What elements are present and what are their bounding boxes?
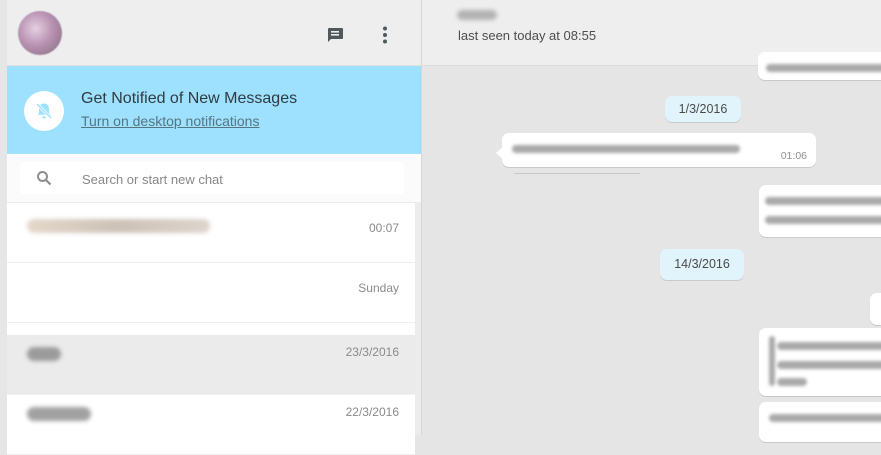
- bell-off-icon: [24, 91, 64, 131]
- message-bubble-incoming[interactable]: 01:06: [496, 133, 816, 167]
- new-chat-icon[interactable]: [324, 24, 346, 46]
- message-text-redacted: [765, 216, 881, 224]
- chat-time: 00:07: [368, 221, 399, 235]
- search-icon: [37, 171, 52, 186]
- message-bubble-outgoing[interactable]: [759, 402, 881, 442]
- notification-title: Get Notified of New Messages: [81, 90, 298, 107]
- message-text-redacted: [777, 342, 881, 350]
- search-box[interactable]: [20, 162, 404, 194]
- message-time: 01:06: [780, 150, 807, 162]
- enable-notifications-link[interactable]: Turn on desktop notifications: [81, 113, 259, 129]
- message-text-redacted: [769, 336, 775, 386]
- sidebar-header: [7, 0, 421, 66]
- message-bubble-outgoing[interactable]: [870, 293, 881, 325]
- search-input[interactable]: [80, 168, 394, 190]
- notification-banner[interactable]: Get Notified of New Messages Turn on des…: [7, 66, 421, 154]
- chat-time: 23/3/2016: [345, 345, 399, 359]
- message-text-redacted: [765, 197, 881, 205]
- last-seen-status: last seen today at 08:55: [458, 28, 597, 43]
- chat-sidebar: Get Notified of New Messages Turn on des…: [0, 0, 421, 455]
- sidebar-edge: [0, 0, 7, 435]
- chat-name-redacted: [27, 407, 91, 421]
- chat-list-item[interactable]: 00:07: [7, 203, 415, 263]
- divider: [514, 173, 640, 174]
- message-bubble-outgoing[interactable]: [759, 185, 881, 237]
- chat-name-redacted: [27, 219, 210, 233]
- date-chip: 1/3/2016: [665, 96, 741, 122]
- message-text-redacted: [769, 414, 881, 422]
- message-bubble-outgoing[interactable]: [758, 52, 881, 80]
- message-text-redacted: [512, 145, 740, 153]
- bubble-tail: [496, 147, 503, 159]
- message-text-redacted: [777, 378, 807, 386]
- chat-list-item[interactable]: 22/3/2016: [7, 395, 415, 455]
- chat-list: 00:07 Sunday 23/3/2016 22/3/2016: [7, 203, 415, 455]
- search-bar: [7, 154, 421, 203]
- user-avatar[interactable]: [18, 11, 62, 55]
- message-text-redacted: [777, 361, 881, 369]
- contact-name-redacted: [457, 10, 497, 20]
- conversation-pane: last seen today at 08:55 1/3/2016 01:06 …: [421, 0, 881, 442]
- chat-list-item[interactable]: Sunday: [7, 263, 415, 323]
- chat-time: 22/3/2016: [345, 405, 399, 419]
- message-bubble-outgoing[interactable]: [759, 328, 881, 396]
- chat-time: Sunday: [358, 281, 399, 295]
- chat-name-redacted: [27, 347, 61, 361]
- more-vert-icon[interactable]: [374, 24, 396, 46]
- message-text-redacted: [766, 64, 881, 72]
- chat-list-item[interactable]: 23/3/2016: [7, 335, 415, 395]
- date-chip: 14/3/2016: [660, 249, 744, 280]
